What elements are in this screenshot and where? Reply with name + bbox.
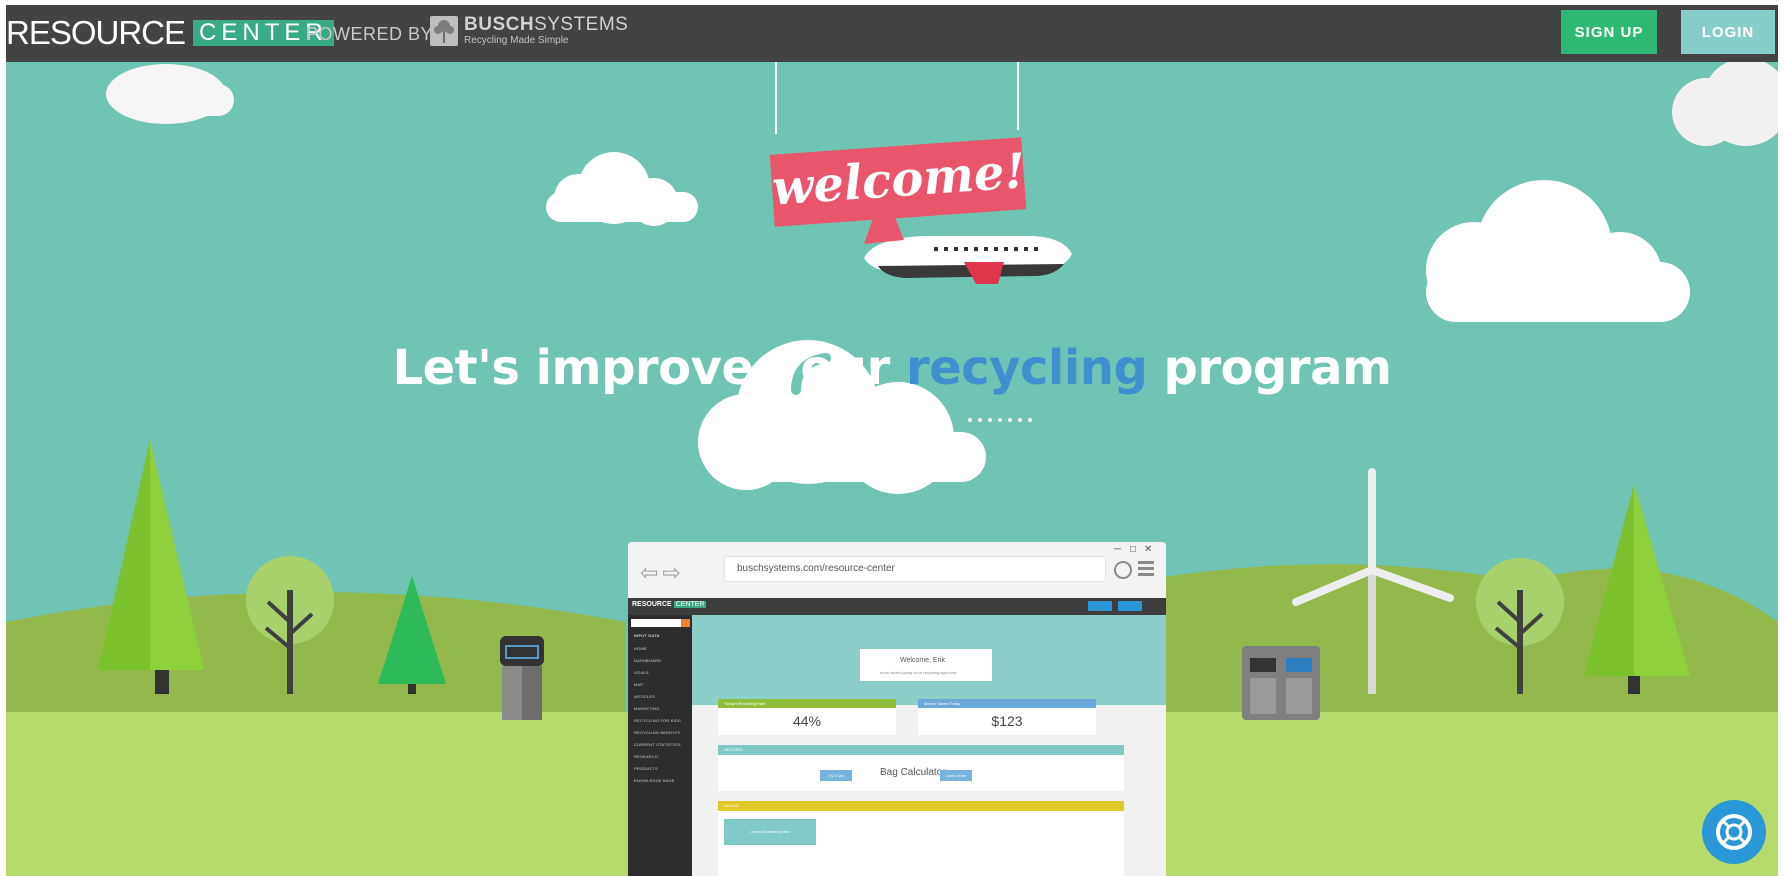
hero-headline: Let's improve your recycling program [392, 340, 1392, 396]
inner-topbar: RESOURCE CENTER [628, 598, 1166, 615]
lifebuoy-icon [1716, 814, 1752, 850]
side-item: RECYCLING FOR KIDS [634, 718, 681, 723]
hero-banner: welcome! Let's improve your recycling pr… [6, 62, 1778, 876]
back-forward-arrows-icon: ⇦⇨ [640, 560, 685, 585]
side-item: MARKETING [634, 706, 660, 711]
bag-calculator-label: Bag Calculator [880, 767, 946, 778]
side-item: HOME [634, 646, 647, 651]
tree-large-left [98, 440, 204, 694]
browser-chrome: ─ □ ✕ ⇦⇨ buschsystems.com/resource-cente… [628, 542, 1166, 598]
inner-signup-button [1088, 601, 1112, 611]
side-item: RESEARCH [634, 754, 658, 759]
side-item: PRODUCTS [634, 766, 659, 771]
learn-more-button: Learn More [940, 770, 972, 781]
side-item: DASHBOARD [634, 658, 662, 663]
resource-center-logo[interactable]: RESOURCE CENTER [6, 15, 334, 51]
side-item: ARTICLES [634, 694, 656, 699]
close-icon: ✕ [1144, 544, 1153, 555]
side-item: RECYCLING MONTH'S [634, 730, 680, 735]
inner-dashboard: Welcome, Erik more what's going on in re… [692, 615, 1166, 876]
powered-by-label: POWERED BY [306, 24, 434, 44]
recycling-rate-card: Today's Recycling Rate 44% [718, 699, 896, 735]
minimize-icon: ─ [1114, 544, 1122, 555]
cloud-small [546, 152, 698, 226]
recycling-station [1242, 646, 1320, 720]
download-icon [1114, 561, 1132, 579]
advice-section: ADVICE Learn Something New [718, 801, 1124, 876]
airplane [864, 210, 1072, 284]
browser-mockup: ─ □ ✕ ⇦⇨ buschsystems.com/resource-cente… [628, 542, 1166, 876]
url-bar: buschsystems.com/resource-center [724, 556, 1106, 582]
dotted-trail [968, 418, 1032, 422]
inner-brand: RESOURCE CENTER [632, 601, 707, 608]
money-saved-value: $123 [991, 713, 1023, 729]
learn-something-new-card: Learn Something New [724, 819, 816, 845]
hamburger-menu-icon [1138, 561, 1154, 579]
side-item: MAP [634, 682, 644, 687]
inner-search-field [631, 619, 681, 627]
cloud-top-left [106, 64, 234, 124]
inner-welcome-card: Welcome, Erik more what's going on in re… [860, 649, 992, 681]
try-it-out-button: Try It Out [820, 770, 852, 781]
side-item: CURRENT STATISTICS [634, 742, 681, 747]
updates-section: UPDATES Try It Out Bag Calculator Learn … [718, 745, 1124, 791]
tree-logo-icon [430, 15, 458, 46]
cloud-right [1426, 180, 1690, 322]
partner-name: BUSCHSYSTEMS [464, 14, 629, 35]
inner-sidebar: INPUT DATA HOME DASHBOARD GOALS MAP ARTI… [628, 615, 692, 876]
side-item: KNOWLEDGE BASE [634, 778, 675, 783]
side-item: INPUT DATA [634, 633, 660, 638]
cloud-top-right [1672, 62, 1778, 146]
brand-main-text: RESOURCE [6, 14, 186, 51]
restore-icon: □ [1130, 544, 1137, 555]
login-button[interactable]: LOGIN [1681, 10, 1775, 54]
help-button[interactable] [1702, 800, 1766, 864]
top-navigation-bar: RESOURCE CENTER POWERED BY BUSCHSYSTEMS … [6, 5, 1778, 62]
inner-search-button [681, 619, 690, 627]
side-item: GOALS [634, 670, 649, 675]
sign-up-button[interactable]: SIGN UP [1561, 10, 1657, 54]
inner-login-button [1118, 601, 1142, 611]
busch-systems-logo[interactable]: BUSCHSYSTEMS Recycling Made Simple [430, 15, 628, 46]
recycling-rate-value: 44% [792, 713, 822, 729]
partner-tagline: Recycling Made Simple [464, 35, 569, 46]
money-saved-card: Money Saved Today $123 [918, 699, 1096, 735]
trash-bin [500, 636, 544, 720]
